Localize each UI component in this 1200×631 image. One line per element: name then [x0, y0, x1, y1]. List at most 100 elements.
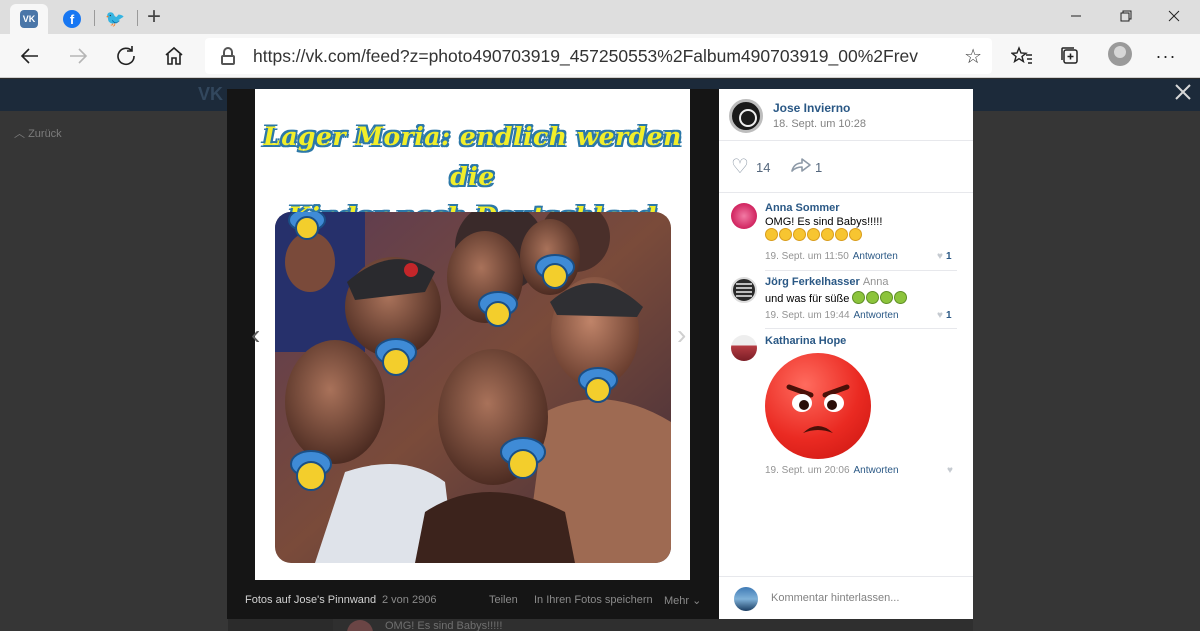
like-count: 14	[756, 160, 771, 175]
collections-button[interactable]	[1054, 40, 1086, 72]
reply-to-name[interactable]: Anna	[863, 276, 889, 288]
reply-button[interactable]: Antworten	[853, 251, 898, 262]
avatar[interactable]	[731, 277, 757, 303]
save-photo-link[interactable]: In Ihren Fotos speichern	[534, 594, 653, 606]
avatar-pattern-icon	[736, 283, 752, 297]
angry-face-icon	[786, 384, 850, 433]
back-label: Zurück	[28, 128, 62, 140]
share-photo-link[interactable]: Teilen	[489, 594, 518, 606]
post-header: Jose Invierno 18. Sept. um 10:28	[719, 89, 973, 141]
back-link[interactable]: ︿ Zurück	[14, 125, 62, 141]
address-bar: https://vk.com/feed?z=photo490703919_457…	[0, 34, 1200, 78]
page-backdrop-left	[0, 111, 228, 631]
url-field[interactable]: https://vk.com/feed?z=photo490703919_457…	[205, 38, 992, 74]
close-icon	[1168, 10, 1180, 22]
comment-date[interactable]: 19. Sept. um 11:50	[765, 251, 849, 262]
arrow-right-icon	[70, 48, 88, 64]
post-date[interactable]: 18. Sept. um 10:28	[773, 118, 866, 130]
profile-avatar[interactable]	[1108, 42, 1132, 66]
album-link[interactable]: Fotos auf Jose's Pinnwand	[245, 594, 376, 606]
collections-icon	[1061, 47, 1078, 64]
back-button[interactable]	[14, 40, 46, 72]
comment-author[interactable]: Katharina Hope	[765, 335, 846, 347]
comment-like-button[interactable]: ♥ 1	[937, 251, 952, 262]
comment-text: OMG! Es sind Babys!!!!!	[765, 216, 882, 242]
comment-meta: 19. Sept. um 11:50 Antworten	[765, 251, 898, 262]
like-button[interactable]: ♡	[731, 157, 749, 177]
reload-button[interactable]	[110, 40, 142, 72]
heart-icon: ♥	[937, 310, 943, 321]
post-panel: Jose Invierno 18. Sept. um 10:28 ♡ 14 1 …	[719, 89, 973, 619]
minimize-button[interactable]	[1052, 0, 1100, 32]
vk-logo[interactable]: VK	[198, 84, 223, 105]
comment-author[interactable]: Anna Sommer	[765, 202, 840, 214]
comment-input[interactable]: Kommentar hinterlassen...	[771, 592, 899, 604]
avatar[interactable]	[731, 335, 757, 361]
restore-icon	[1120, 10, 1132, 22]
favorites-list-icon	[1011, 46, 1032, 64]
comment-date[interactable]: 19. Sept. um 19:44	[765, 310, 850, 321]
new-tab-button[interactable]: +	[143, 3, 165, 31]
comment-author-name[interactable]: Jörg Ferkelhasser	[765, 276, 860, 288]
tab-divider	[137, 10, 138, 26]
chevron-right-icon: ›	[677, 319, 687, 350]
more-menu-button[interactable]: ···	[1150, 40, 1182, 72]
share-arrow-icon	[791, 158, 811, 172]
chevron-up-icon: ︿	[14, 128, 29, 140]
angry-emoji-icon	[765, 353, 871, 459]
forward-button[interactable]	[62, 40, 94, 72]
heart-icon: ♡	[731, 156, 749, 178]
close-icon	[1175, 84, 1191, 100]
reply-button[interactable]: Antworten	[854, 465, 899, 476]
comment-date[interactable]: 19. Sept. um 20:06	[765, 465, 850, 476]
restore-button[interactable]	[1102, 0, 1150, 32]
home-button[interactable]	[158, 40, 190, 72]
photo-footer: Fotos auf Jose's Pinnwand 2 von 2906 Tei…	[227, 580, 719, 619]
share-count: 1	[815, 160, 823, 175]
favorites-button[interactable]	[1006, 40, 1038, 72]
favorite-star-icon[interactable]: ☆	[964, 44, 982, 69]
twitter-icon: 🐦	[105, 11, 125, 28]
share-button[interactable]	[790, 156, 812, 178]
post-actions: ♡ 14 1	[719, 142, 973, 193]
meme-picture	[275, 212, 671, 563]
comment-like-button[interactable]: ♥ 1	[937, 310, 952, 321]
previous-photo-button[interactable]: ‹	[251, 319, 260, 351]
lock-icon	[221, 47, 235, 65]
heart-icon: ♥	[937, 251, 943, 262]
avatar[interactable]	[731, 203, 757, 229]
photo-counter: 2 von 2906	[382, 594, 437, 606]
comment-meta: 19. Sept. um 19:44 Antworten	[765, 310, 899, 321]
meme-photo[interactable]: Lager Moria: endlich werden die Kinder n…	[255, 89, 690, 580]
facebook-icon: f	[63, 10, 81, 28]
minimize-icon	[1071, 15, 1081, 17]
arrow-left-icon	[20, 48, 38, 64]
comment-author[interactable]: Jörg Ferkelhasser Anna	[765, 276, 889, 288]
comment-composer: Kommentar hinterlassen...	[719, 576, 973, 619]
comment-text-body: OMG! Es sind Babys!!!!!	[765, 216, 883, 228]
nauseated-emoji-icon	[852, 291, 908, 305]
tab-twitter[interactable]: 🐦	[96, 4, 134, 34]
close-viewer-button[interactable]	[1174, 82, 1192, 106]
more-menu-link[interactable]: Mehr ⌄	[664, 594, 701, 607]
group-photo-illustration	[275, 212, 671, 563]
tab-divider	[94, 10, 95, 26]
post-author[interactable]: Jose Invierno	[773, 101, 850, 115]
comment-text: und was für süße	[765, 291, 908, 305]
reply-button[interactable]: Antworten	[854, 310, 899, 321]
tab-vk[interactable]: VK	[10, 4, 48, 34]
home-icon	[165, 46, 183, 65]
comment-meta: 19. Sept. um 20:06 Antworten	[765, 465, 899, 476]
avatar[interactable]	[729, 99, 763, 133]
url-text[interactable]: https://vk.com/feed?z=photo490703919_457…	[253, 46, 918, 67]
next-photo-button[interactable]: ›	[677, 319, 686, 351]
comment-like-count: 1	[945, 310, 952, 321]
ellipsis-icon: ···	[1155, 45, 1177, 66]
photo-viewer: Lager Moria: endlich werden die Kinder n…	[227, 89, 719, 619]
avatar	[347, 620, 373, 631]
tab-facebook[interactable]: f	[53, 4, 91, 34]
comment-like-button[interactable]: ♥	[947, 465, 956, 476]
close-window-button[interactable]	[1150, 0, 1198, 32]
meme-caption-line-1: Lager Moria: endlich werden die	[263, 122, 682, 191]
avatar[interactable]	[734, 587, 758, 611]
